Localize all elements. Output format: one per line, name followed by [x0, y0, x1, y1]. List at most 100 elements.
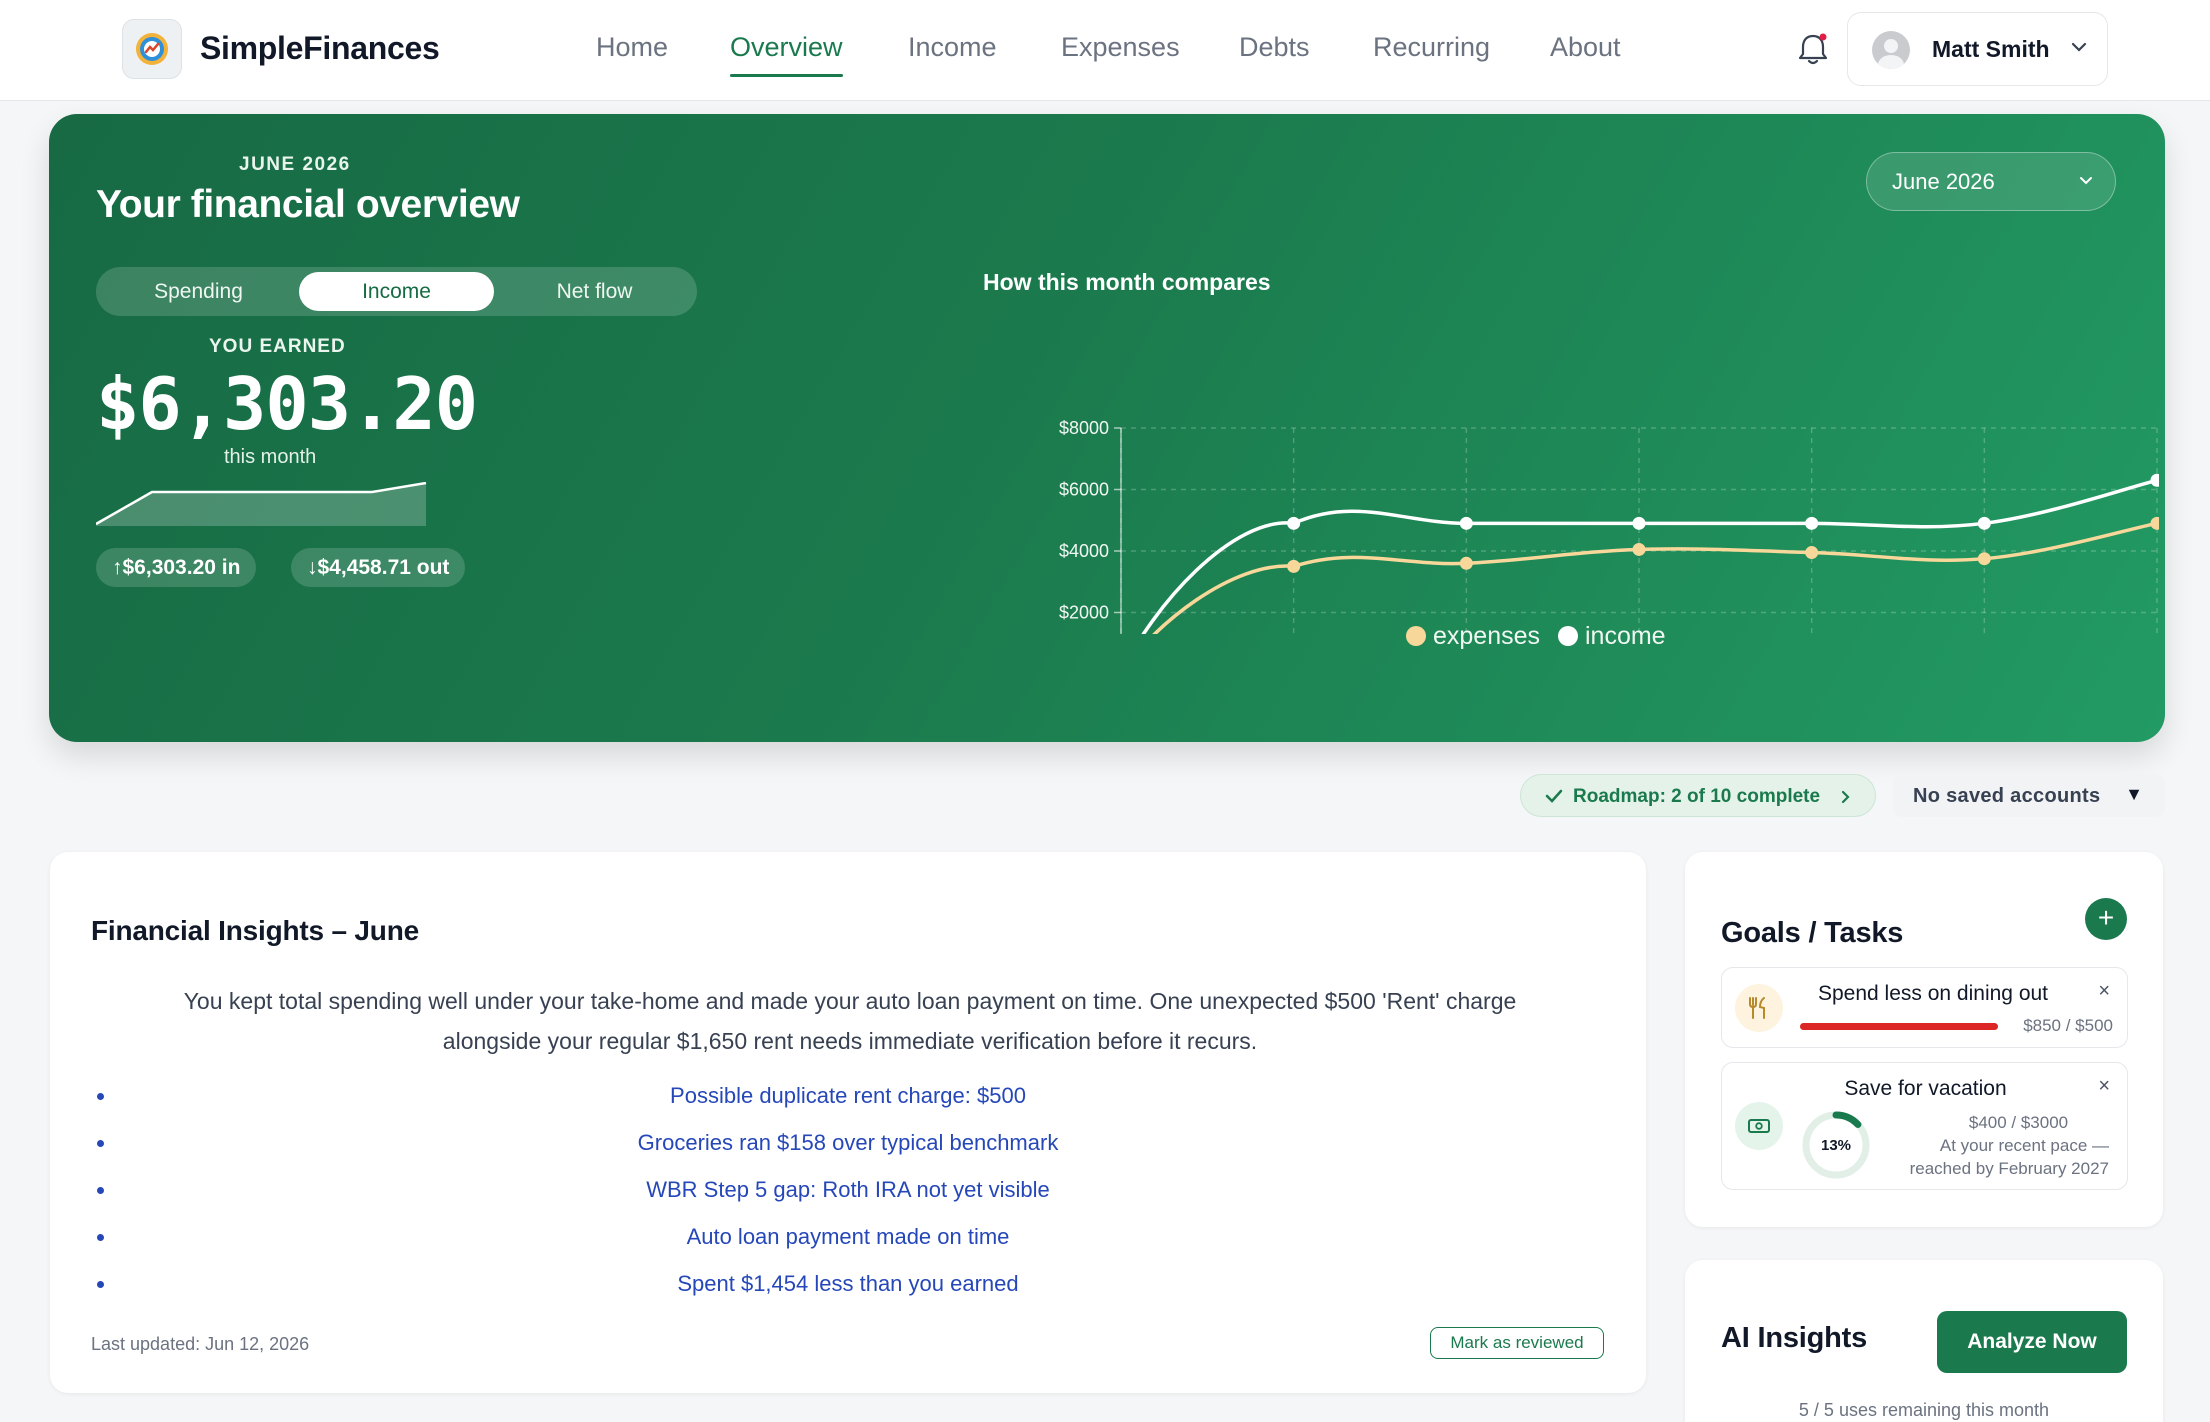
legend-income[interactable]: income: [1558, 622, 1666, 651]
insights-list: Possible duplicate rent charge: $500 Gro…: [50, 1072, 1646, 1307]
bell-icon[interactable]: [1795, 30, 1831, 70]
add-goal-button[interactable]: +: [2085, 898, 2127, 940]
insight-item[interactable]: Auto loan payment made on time: [50, 1213, 1646, 1260]
accounts-select-value: No saved accounts: [1913, 785, 2101, 807]
earned-sub: this month: [224, 446, 317, 468]
goal-amount: $850 / $500: [2023, 1016, 2113, 1035]
data-point-expenses: [1287, 559, 1301, 573]
roadmap-badge[interactable]: Roadmap: 2 of 10 complete: [1520, 774, 1876, 817]
y-tick-label: $6000: [1059, 480, 1109, 500]
utensils-icon: [1735, 984, 1783, 1032]
insight-item[interactable]: Groceries ran $158 over typical benchmar…: [50, 1119, 1646, 1166]
data-point-expenses: [2150, 516, 2159, 530]
chevron-down-icon: [2080, 177, 2092, 185]
arrow-up-icon: ↑: [112, 556, 123, 579]
goal-dining[interactable]: Spend less on dining out × $850 / $500: [1721, 967, 2128, 1048]
legend-label-income: income: [1585, 622, 1666, 650]
chevron-down-icon: [2071, 42, 2087, 52]
hero-date-label: JUNE 2026: [239, 154, 351, 175]
insight-item[interactable]: Possible duplicate rent charge: $500: [50, 1072, 1646, 1119]
y-tick-label: $4000: [1059, 541, 1109, 561]
comparison-chart: $0$2000$4000$6000$8000Dec '25Jan '26Feb …: [1059, 418, 2159, 634]
hero-title: Your financial overview: [96, 183, 520, 226]
data-point-income: [1977, 516, 1991, 530]
data-point-expenses: [1977, 552, 1991, 566]
y-tick-label: $8000: [1059, 418, 1109, 438]
goal-progress-ring: 13%: [1802, 1111, 1870, 1179]
money-out-pill: ↓$4,458.71 out: [291, 548, 466, 587]
tab-net-flow[interactable]: Net flow: [497, 272, 692, 311]
data-point-income: [1459, 516, 1473, 530]
nav-link-debts[interactable]: Debts: [1239, 32, 1310, 63]
financial-insights-card: Financial Insights – June You kept total…: [50, 852, 1646, 1393]
insights-body: You kept total spending well under your …: [183, 988, 1517, 1054]
goal-name: Spend less on dining out: [1818, 982, 2049, 1005]
nav-link-about[interactable]: About: [1550, 32, 1621, 63]
overview-hero: JUNE 2026 Your financial overview June 2…: [49, 114, 2165, 742]
month-select[interactable]: June 2026: [1866, 152, 2116, 211]
user-menu-button[interactable]: Matt Smith: [1847, 12, 2108, 86]
triangle-down-icon: ▼: [2125, 784, 2143, 804]
data-point-expenses: [1459, 556, 1473, 570]
close-icon[interactable]: ×: [2098, 980, 2110, 1003]
nav-link-overview[interactable]: Overview: [730, 32, 843, 77]
earned-label: YOU EARNED: [209, 336, 346, 357]
arrow-down-icon: ↓: [307, 556, 318, 579]
accounts-select[interactable]: No saved accounts ▼: [1893, 774, 2165, 817]
ai-insights-title: AI Insights: [1721, 1322, 1868, 1354]
legend-swatch-income: [1558, 626, 1578, 646]
brand-name[interactable]: SimpleFinances: [200, 30, 440, 67]
insight-item[interactable]: WBR Step 5 gap: Roth IRA not yet visible: [50, 1166, 1646, 1213]
earned-value: $6,303.20: [96, 362, 478, 446]
check-icon: [1545, 789, 1563, 803]
goal-details: $400 / $3000 At your recent pace — reach…: [1872, 1111, 2125, 1180]
user-name: Matt Smith: [1932, 36, 2050, 62]
data-point-income: [1632, 516, 1646, 530]
goal-pace: At your recent pace —: [1939, 1136, 2109, 1155]
goal-percent: 13%: [1821, 1137, 1851, 1154]
goal-pace-date: reached by February 2027: [1909, 1159, 2109, 1178]
goal-progress-fill: [1800, 1023, 1998, 1030]
money-in-pill: ↑$6,303.20 in: [96, 548, 257, 587]
data-point-expenses: [1632, 542, 1646, 556]
view-toggle: Spending Income Net flow: [96, 267, 697, 316]
cash-icon: [1735, 1102, 1783, 1150]
insight-item[interactable]: Spent $1,454 less than you earned: [50, 1260, 1646, 1307]
analyze-now-button[interactable]: Analyze Now: [1937, 1311, 2127, 1373]
roadmap-label: Roadmap: 2 of 10 complete: [1573, 786, 1821, 807]
goals-title: Goals / Tasks: [1721, 917, 1904, 949]
data-point-income: [2150, 473, 2159, 487]
logo-icon[interactable]: [122, 19, 182, 79]
nav-link-expenses[interactable]: Expenses: [1061, 32, 1180, 63]
tab-spending[interactable]: Spending: [101, 272, 296, 311]
chevron-right-icon: [1841, 790, 1850, 804]
legend-label-expenses: expenses: [1433, 622, 1541, 650]
money-out-value: $4,458.71 out: [317, 556, 450, 579]
nav-link-recurring[interactable]: Recurring: [1373, 32, 1490, 63]
goal-progress-track: [1800, 1023, 1998, 1030]
tab-income[interactable]: Income: [299, 272, 494, 311]
close-icon[interactable]: ×: [2098, 1075, 2110, 1098]
avatar: [1872, 31, 1910, 69]
money-in-value: $6,303.20 in: [122, 556, 241, 579]
goal-amount: $400 / $3000: [1968, 1113, 2069, 1132]
ai-insights-card: AI Insights Analyze Now 5 / 5 uses remai…: [1685, 1260, 2163, 1422]
y-tick-label: $2000: [1059, 603, 1109, 623]
legend-expenses[interactable]: expenses: [1406, 622, 1540, 651]
goal-name: Save for vacation: [1844, 1077, 2007, 1100]
mark-reviewed-button[interactable]: Mark as reviewed: [1430, 1327, 1604, 1359]
income-sparkline: [96, 482, 427, 526]
data-point-income: [1805, 516, 1819, 530]
month-select-value: June 2026: [1892, 169, 1995, 194]
legend-swatch-expenses: [1406, 626, 1426, 646]
goal-vacation[interactable]: Save for vacation × 13% $400 / $3000 At …: [1721, 1062, 2128, 1190]
ai-uses-remaining: 5 / 5 uses remaining this month: [1798, 1400, 2050, 1420]
insights-title: Financial Insights – June: [91, 915, 419, 946]
nav-link-home[interactable]: Home: [596, 32, 668, 63]
last-updated: Last updated: Jun 12, 2026: [91, 1334, 310, 1354]
nav-link-income[interactable]: Income: [908, 32, 997, 63]
chart-title: How this month compares: [983, 269, 1271, 295]
goals-card: Goals / Tasks + Spend less on dining out…: [1685, 852, 2163, 1227]
data-point-expenses: [1805, 546, 1819, 560]
top-nav: SimpleFinances Home Overview Income Expe…: [0, 0, 2210, 101]
